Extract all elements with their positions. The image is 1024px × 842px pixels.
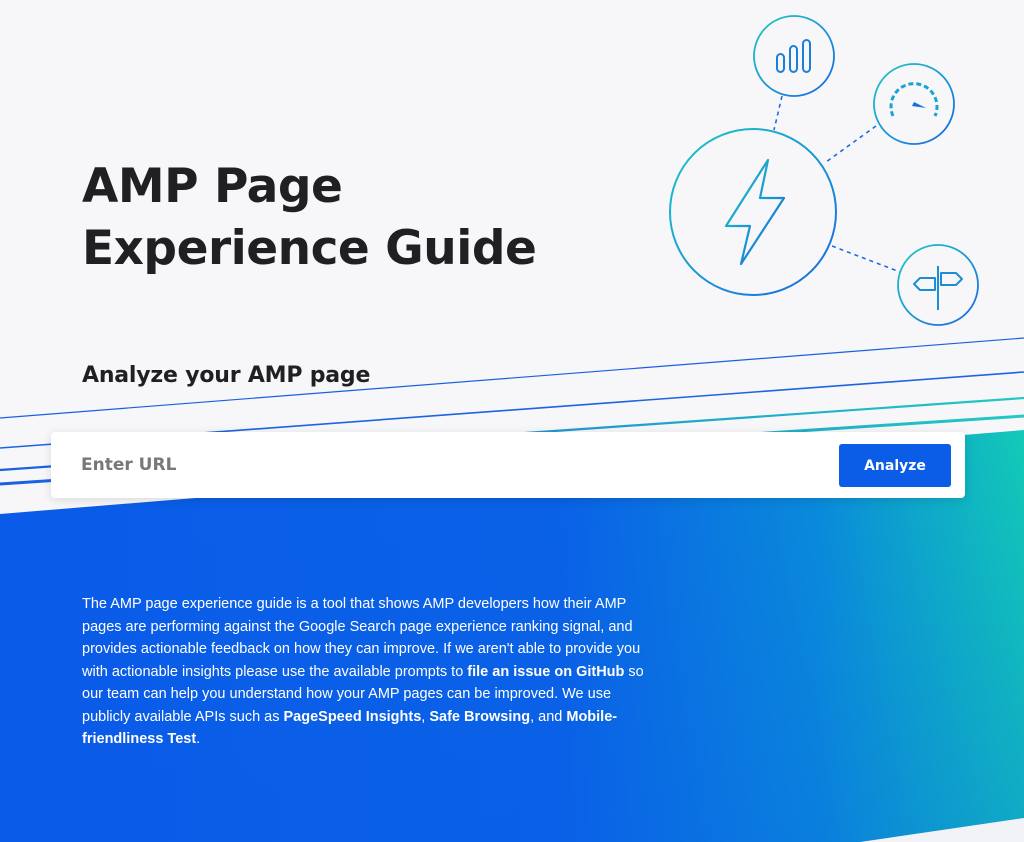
- page-title-line-1: AMP Page: [82, 159, 343, 214]
- description-text-5: .: [196, 731, 201, 747]
- analyze-button[interactable]: Analyze: [839, 444, 951, 487]
- url-form: Analyze: [51, 432, 965, 498]
- signpost-icon: [913, 266, 963, 310]
- file-issue-link[interactable]: file an issue on GitHub: [467, 664, 624, 680]
- page-title: AMP Page Experience Guide: [82, 156, 622, 280]
- analyze-heading: Analyze your AMP page: [82, 363, 371, 388]
- bar-chart-icon: [776, 39, 811, 73]
- lightning-bolt-icon: [724, 158, 786, 266]
- speedometer-icon: [889, 82, 939, 117]
- safe-browsing-link[interactable]: Safe Browsing: [429, 709, 530, 725]
- description-paragraph: The AMP page experience guide is a tool …: [82, 593, 662, 751]
- url-input[interactable]: [81, 446, 781, 484]
- pagespeed-insights-link[interactable]: PageSpeed Insights: [284, 709, 422, 725]
- description-text-4: , and: [530, 708, 567, 725]
- page-title-line-2: Experience Guide: [82, 221, 537, 276]
